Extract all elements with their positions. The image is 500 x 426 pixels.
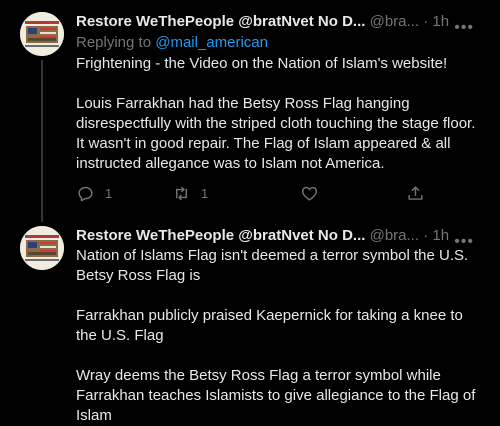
mention-link[interactable]: @mail_american bbox=[155, 34, 268, 51]
tweet-time[interactable]: 1h bbox=[432, 13, 449, 30]
author-name[interactable]: Restore WeThePeople @bratNvet No D... bbox=[76, 227, 365, 244]
tweet-paragraph: Frightening - the Video on the Nation of… bbox=[76, 55, 448, 72]
tweet-actions: 1 1 bbox=[76, 182, 436, 204]
share-button[interactable] bbox=[406, 182, 425, 204]
tweet-header: Restore WeThePeople @bratNvet No D... @b… bbox=[76, 226, 488, 250]
reply-count: 1 bbox=[105, 185, 113, 201]
avatar-image bbox=[20, 226, 64, 270]
tweet[interactable]: Restore WeThePeople @bratNvet No D... @b… bbox=[0, 214, 500, 424]
heart-icon bbox=[301, 186, 318, 201]
tweet-header: Restore WeThePeople @bratNvet No D... @b… bbox=[76, 12, 488, 36]
replying-to: Replying to @mail_american bbox=[76, 33, 268, 53]
tweet-paragraph: Farrakhan publicly praised Kaepernick fo… bbox=[76, 307, 463, 344]
separator: · bbox=[423, 13, 429, 30]
tweet-text: Nation of Islams Flag isn't deemed a ter… bbox=[76, 246, 486, 426]
share-icon bbox=[408, 185, 423, 200]
separator: · bbox=[423, 227, 429, 244]
reply-icon bbox=[78, 186, 93, 201]
tweet[interactable]: Restore WeThePeople @bratNvet No D... @b… bbox=[0, 0, 500, 222]
author-handle[interactable]: @bra... bbox=[370, 227, 419, 244]
like-button[interactable] bbox=[300, 182, 319, 204]
tweet-paragraph: Nation of Islams Flag isn't deemed a ter… bbox=[76, 247, 469, 284]
reply-button[interactable]: 1 bbox=[76, 182, 112, 204]
tweet-paragraph: Wray deems the Betsy Ross Flag a terror … bbox=[76, 367, 476, 424]
retweet-button[interactable]: 1 bbox=[172, 182, 208, 204]
author-handle[interactable]: @bra... bbox=[370, 13, 419, 30]
tweet-text: Frightening - the Video on the Nation of… bbox=[76, 54, 486, 174]
more-icon[interactable]: ••• bbox=[454, 18, 474, 38]
avatar[interactable] bbox=[20, 226, 64, 270]
retweet-icon bbox=[176, 186, 187, 200]
tweet-paragraph: Louis Farrakhan had the Betsy Ross Flag … bbox=[76, 95, 476, 172]
replying-to-label: Replying to bbox=[76, 34, 156, 51]
avatar-image bbox=[20, 12, 64, 56]
thread-line bbox=[41, 60, 43, 222]
author-name[interactable]: Restore WeThePeople @bratNvet No D... bbox=[76, 13, 365, 30]
tweet-time[interactable]: 1h bbox=[432, 227, 449, 244]
retweet-count: 1 bbox=[201, 185, 209, 201]
avatar[interactable] bbox=[20, 12, 64, 56]
